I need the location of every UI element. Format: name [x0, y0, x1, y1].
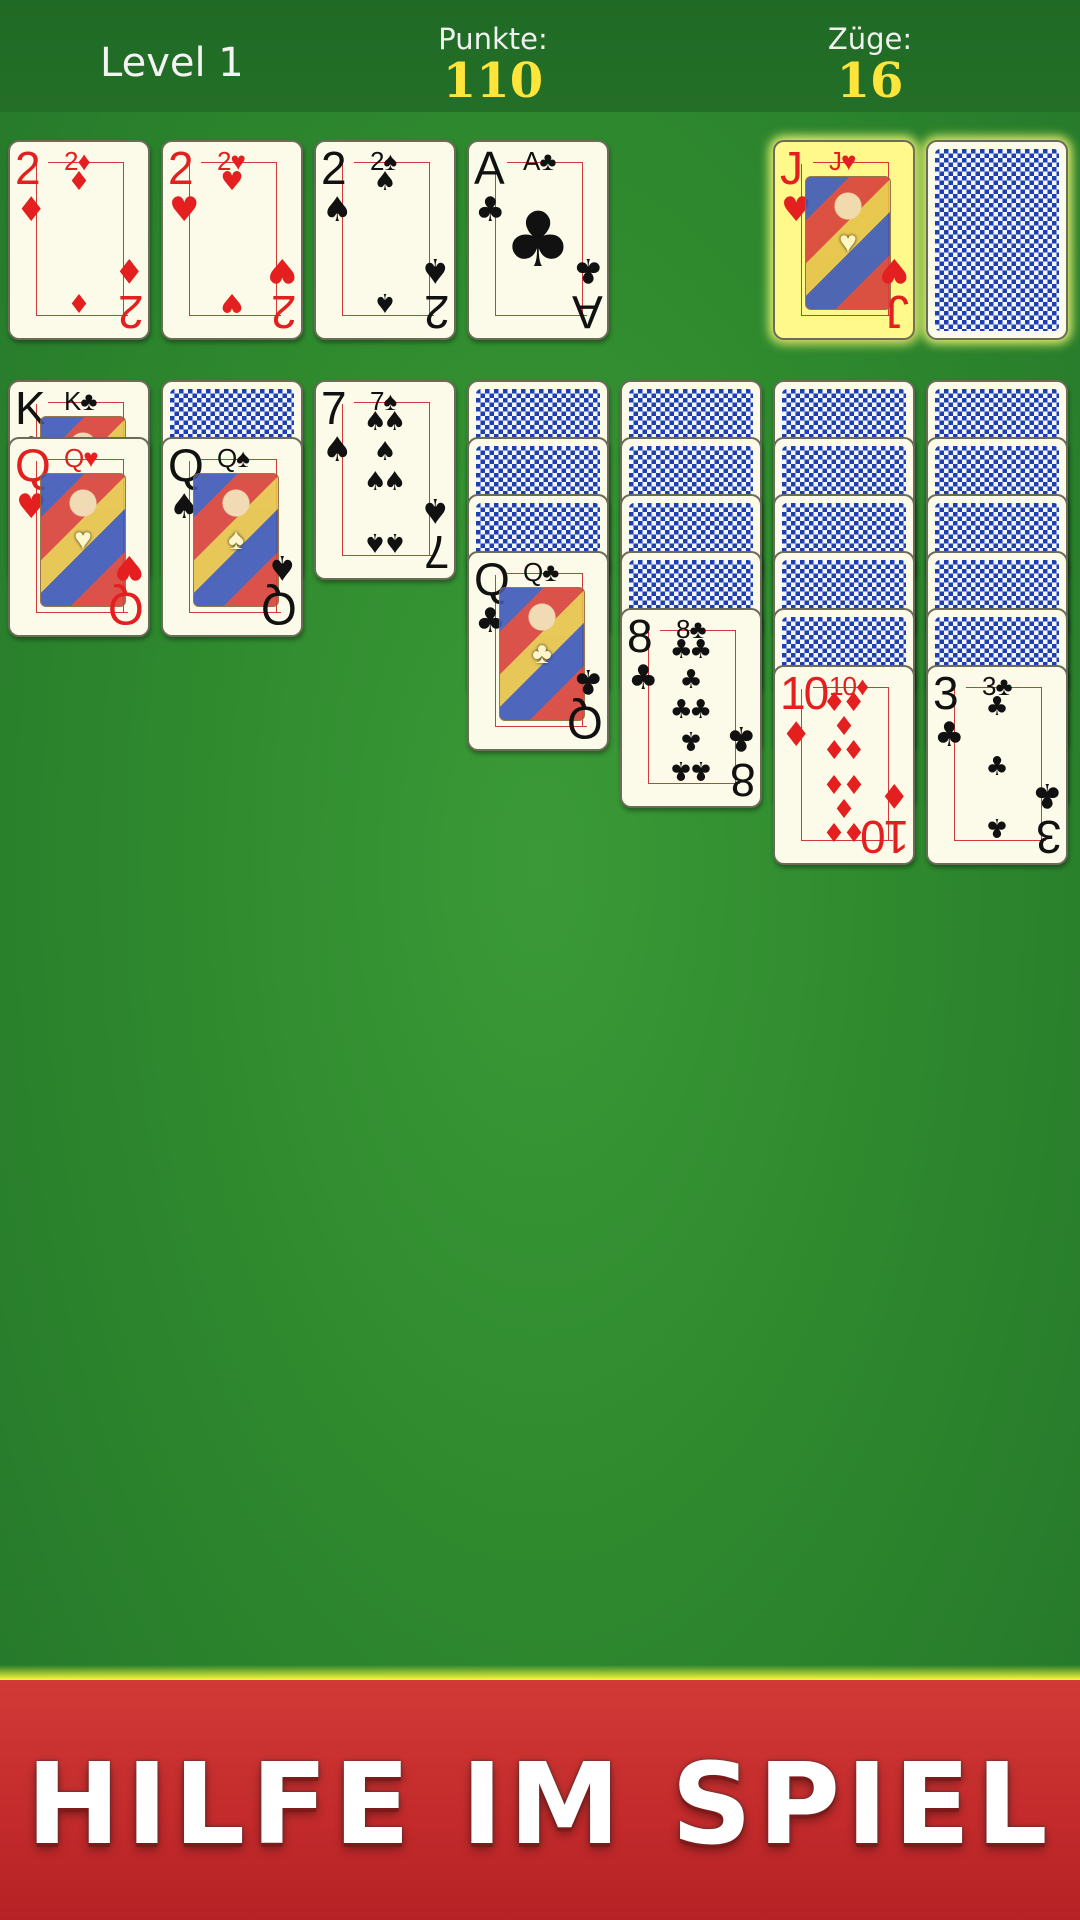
suit-icon: ♦ — [878, 775, 909, 815]
pip-icon: ♠ — [383, 407, 407, 437]
card-rank-inverted: Q — [110, 583, 144, 635]
pip-icon: ♠ — [373, 437, 397, 467]
card-rank-inverted: 2 — [273, 286, 297, 338]
pip-icon: ♣ — [679, 725, 703, 755]
pip-icon: ♣ — [689, 755, 713, 785]
card-corner-index: K♣ — [64, 386, 97, 416]
pip-icon: ♣ — [985, 752, 1009, 782]
pip-icon: ♠ — [373, 287, 397, 317]
pip-icon: ♠ — [373, 167, 397, 197]
card-corner-index: Q♣ — [523, 557, 559, 587]
card-corner-index: A♣ — [523, 146, 556, 176]
card-rank-inverted: A — [574, 286, 603, 338]
foundation-pile-2[interactable]: 2 2♥ ♥ ♥ ♥ 2 ♥ — [161, 140, 303, 340]
card-rank: 2 — [168, 142, 194, 194]
card-rank-inverted: 2 — [426, 286, 450, 338]
pip-icon: ♦ — [67, 167, 91, 197]
card-rank: J — [780, 142, 803, 194]
card-corner-index: J♥ — [829, 146, 856, 176]
suit-icon: ♣ — [1031, 775, 1062, 815]
suit-icon: ♣ — [934, 715, 965, 755]
suit-icon: ♠ — [322, 190, 353, 230]
ace-pip-icon: ♣ — [503, 195, 573, 284]
tableau-4-card[interactable]: Q Q♣ ♣ ♣ Q ♣ — [467, 551, 609, 751]
tableau-1-card[interactable]: Q Q♥ ♥ ♥ Q ♥ — [8, 437, 150, 637]
court-figure-mark: ♠ — [228, 523, 244, 556]
court-figure-mark: ♥ — [839, 226, 857, 259]
suit-icon: ♣ — [572, 250, 603, 290]
suit-icon: ♥ — [169, 190, 200, 230]
suit-icon: ♣ — [572, 661, 603, 701]
card-corner-index: Q♥ — [64, 443, 99, 473]
banner-text: HILFE IM SPIEL — [26, 1740, 1054, 1870]
pip-icon: ♦ — [842, 736, 866, 766]
suit-icon: ♦ — [113, 250, 144, 290]
tableau-5-card[interactable]: 8 8♣ ♣ ♣ ♣ ♣ ♣ ♣ ♣ ♣ ♣ 8 ♣ — [620, 608, 762, 808]
suit-icon: ♥ — [113, 547, 144, 587]
suit-icon: ♠ — [322, 430, 353, 470]
card-rank-inverted: 10 — [861, 811, 909, 863]
card-rank: 7 — [321, 382, 347, 434]
card-rank: 8 — [627, 610, 653, 662]
pip-icon: ♠ — [383, 527, 407, 557]
foundation-pile-3[interactable]: 2 2♠ ♠ ♠ ♠ 2 ♠ — [314, 140, 456, 340]
pip-icon: ♣ — [689, 635, 713, 665]
card-rank-inverted: Q — [263, 583, 297, 635]
pip-icon: ♥ — [220, 287, 244, 317]
pip-icon: ♥ — [220, 167, 244, 197]
card-corner-index: Q♠ — [217, 443, 250, 473]
tableau-6-card[interactable]: 10 10♦ ♦ ♦ ♦ ♦ ♦ ♦ ♦ ♦ ♦ ♦ ♦ 10 ♦ — [773, 665, 915, 865]
card-rank: A — [474, 142, 505, 194]
card-rank-inverted: J — [888, 286, 909, 338]
suit-icon: ♠ — [419, 490, 450, 530]
game-table: 2 2♦ ♦ ♦ ♦ 2 ♦ 2 2♥ ♥ ♥ ♥ 2 ♥ 2 2♠ ♠ ♠ ♠ 2 ♠ A A♣ ♣ ♣ A ♣ J J♥ ♥ ♥ J ♥ K K… — [0, 0, 1080, 1680]
suit-icon: ♣ — [628, 658, 659, 698]
suit-icon: ♣ — [475, 190, 506, 230]
stock-pile[interactable] — [926, 140, 1068, 340]
pip-icon: ♣ — [679, 665, 703, 695]
card-rank: 2 — [321, 142, 347, 194]
waste-pile[interactable]: J J♥ ♥ ♥ J ♥ — [773, 140, 915, 340]
card-back-pattern — [935, 149, 1059, 331]
suit-icon: ♣ — [725, 718, 756, 758]
pip-icon: ♣ — [985, 812, 1009, 842]
card-rank-inverted: 2 — [120, 286, 144, 338]
suit-icon: ♥ — [266, 250, 297, 290]
court-figure-icon: ♥ — [805, 176, 891, 310]
pip-icon: ♣ — [689, 695, 713, 725]
pip-icon: ♣ — [985, 692, 1009, 722]
card-rank-inverted: Q — [569, 697, 603, 749]
card-rank: 2 — [15, 142, 41, 194]
tableau-2-card[interactable]: Q Q♠ ♠ ♠ Q ♠ — [161, 437, 303, 637]
card-rank-inverted: 3 — [1038, 811, 1062, 863]
court-figure-mark: ♣ — [532, 637, 552, 670]
card-rank: 3 — [933, 667, 959, 719]
suit-icon: ♦ — [16, 190, 47, 230]
suit-icon: ♠ — [419, 250, 450, 290]
pip-icon: ♠ — [383, 467, 407, 497]
card-rank-inverted: 7 — [426, 526, 450, 578]
foundation-pile-4[interactable]: A A♣ ♣ ♣ A ♣ — [467, 140, 609, 340]
foundation-pile-1[interactable]: 2 2♦ ♦ ♦ ♦ 2 ♦ — [8, 140, 150, 340]
card-rank-inverted: 8 — [732, 754, 756, 806]
suit-icon: ♥ — [878, 250, 909, 290]
tableau-3-card[interactable]: 7 7♠ ♠ ♠ ♠ ♠ ♠ ♠ ♠ ♠ 7 ♠ — [314, 380, 456, 580]
suit-icon: ♠ — [266, 547, 297, 587]
pip-icon: ♦ — [67, 287, 91, 317]
court-figure-mark: ♥ — [74, 523, 92, 556]
tableau-7-card[interactable]: 3 3♣ ♣ ♣ ♣ ♣ 3 ♣ — [926, 665, 1068, 865]
suit-icon: ♦ — [781, 715, 812, 755]
